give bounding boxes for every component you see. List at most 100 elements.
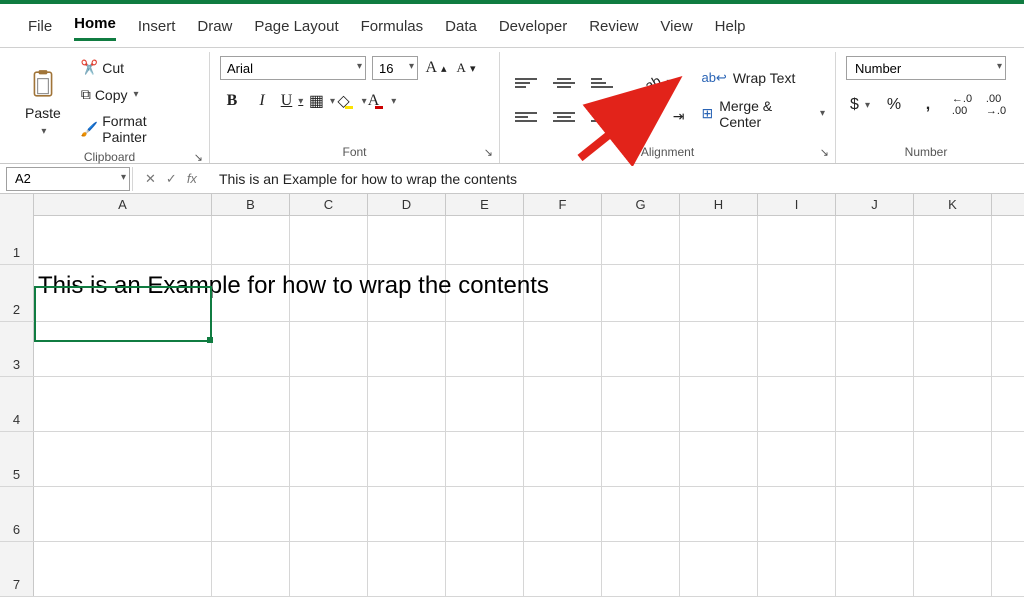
align-left-button[interactable] <box>510 105 542 129</box>
cell-H1[interactable] <box>680 216 758 264</box>
orientation-button[interactable]: ab▾ <box>640 72 677 94</box>
font-name-select[interactable] <box>220 56 366 80</box>
tab-data[interactable]: Data <box>445 18 477 41</box>
col-header-J[interactable]: J <box>836 194 914 216</box>
formula-input[interactable] <box>209 167 1024 191</box>
cell-A3[interactable] <box>34 322 212 376</box>
row-header-5[interactable]: 5 <box>0 432 34 486</box>
align-top-icon <box>515 74 537 92</box>
chevron-down-icon[interactable]: ▾ <box>134 89 139 100</box>
cell-K2[interactable] <box>914 265 992 321</box>
row-header-6[interactable]: 6 <box>0 487 34 541</box>
underline-button[interactable]: U▾ <box>280 90 304 112</box>
cell-I2[interactable] <box>758 265 836 321</box>
percent-button[interactable]: % <box>880 93 908 117</box>
format-painter-button[interactable]: 🖌️ Format Painter <box>76 110 199 148</box>
copy-button[interactable]: ⧉ Copy ▾ <box>76 83 199 106</box>
group-number: ▾ $▾ % , ←.0.00 .00→.0 Number <box>836 52 1016 163</box>
col-header-B[interactable]: B <box>212 194 290 216</box>
cell-A5[interactable] <box>34 432 212 486</box>
name-box[interactable] <box>6 167 130 191</box>
italic-button[interactable]: I <box>250 90 274 112</box>
col-header-F[interactable]: F <box>524 194 602 216</box>
decrease-decimal-button[interactable]: .00→.0 <box>982 90 1010 120</box>
currency-button[interactable]: $▾ <box>846 93 874 117</box>
align-middle-button[interactable] <box>548 71 580 95</box>
fx-icon[interactable]: fx <box>187 171 197 186</box>
tab-help[interactable]: Help <box>715 18 746 41</box>
align-center-button[interactable] <box>548 105 580 129</box>
increase-indent-button[interactable]: ⇥ <box>668 105 690 128</box>
align-top-button[interactable] <box>510 71 542 95</box>
wrap-text-icon: ab↩ <box>701 70 726 86</box>
cell-G1[interactable] <box>602 216 680 264</box>
cell-B1[interactable] <box>212 216 290 264</box>
align-right-button[interactable] <box>586 105 618 129</box>
col-header-G[interactable]: G <box>602 194 680 216</box>
row-header-1[interactable]: 1 <box>0 216 34 264</box>
col-header-D[interactable]: D <box>368 194 446 216</box>
cell-a2-text: This is an Example for how to wrap the c… <box>38 272 549 300</box>
merge-center-button[interactable]: ⊞ Merge & Center ▾ <box>701 98 825 130</box>
tab-formulas[interactable]: Formulas <box>361 18 424 41</box>
cell-E1[interactable] <box>446 216 524 264</box>
decrease-font-button[interactable]: A▾ <box>454 57 478 79</box>
row-header-3[interactable]: 3 <box>0 322 34 376</box>
tab-view[interactable]: View <box>660 18 692 41</box>
cancel-icon[interactable]: ✕ <box>145 171 156 187</box>
tab-home[interactable]: Home <box>74 15 116 41</box>
cell-F1[interactable] <box>524 216 602 264</box>
paste-button[interactable]: Paste <box>20 102 66 124</box>
col-header-E[interactable]: E <box>446 194 524 216</box>
row-header-2[interactable]: 2 <box>0 265 34 321</box>
fill-color-button[interactable]: ◇ ▾ <box>340 90 364 112</box>
number-format-select[interactable] <box>846 56 1006 80</box>
row-header-4[interactable]: 4 <box>0 377 34 431</box>
decrease-indent-button[interactable]: ⇤ <box>640 105 662 128</box>
font-color-button[interactable]: A ▾ <box>370 90 394 112</box>
align-bottom-button[interactable] <box>586 71 618 95</box>
comma-style-button[interactable]: , <box>914 93 942 117</box>
chevron-down-icon[interactable]: ▾ <box>820 108 825 119</box>
enter-icon[interactable]: ✓ <box>166 171 177 187</box>
cell-A6[interactable] <box>34 487 212 541</box>
tab-draw[interactable]: Draw <box>197 18 232 41</box>
chevron-down-icon[interactable]: ▾ <box>41 126 46 137</box>
cell-D1[interactable] <box>368 216 446 264</box>
increase-font-button[interactable]: A▴ <box>424 57 448 79</box>
select-all-corner[interactable] <box>0 194 34 216</box>
cell-K1[interactable] <box>914 216 992 264</box>
bold-button[interactable]: B <box>220 90 244 112</box>
dialog-launcher-icon[interactable]: ↘ <box>484 146 493 159</box>
merge-icon: ⊞ <box>701 105 713 122</box>
tab-insert[interactable]: Insert <box>138 18 176 41</box>
cell-J2[interactable] <box>836 265 914 321</box>
increase-decimal-button[interactable]: ←.0.00 <box>948 90 976 120</box>
cell-A7[interactable] <box>34 542 212 596</box>
col-header-H[interactable]: H <box>680 194 758 216</box>
cell-J1[interactable] <box>836 216 914 264</box>
cell-A4[interactable] <box>34 377 212 431</box>
col-header-C[interactable]: C <box>290 194 368 216</box>
tab-review[interactable]: Review <box>589 18 638 41</box>
paste-icon[interactable] <box>29 68 57 100</box>
cell-I1[interactable] <box>758 216 836 264</box>
col-header-I[interactable]: I <box>758 194 836 216</box>
font-size-select[interactable] <box>372 56 418 80</box>
col-header-K[interactable]: K <box>914 194 992 216</box>
tab-developer[interactable]: Developer <box>499 18 567 41</box>
cell-G2[interactable] <box>602 265 680 321</box>
group-clipboard: Paste ▾ ✂️ Cut ⧉ Copy ▾ 🖌️ Format Painte… <box>10 52 210 163</box>
row-header-7[interactable]: 7 <box>0 542 34 596</box>
col-header-A[interactable]: A <box>34 194 212 216</box>
cell-H2[interactable] <box>680 265 758 321</box>
cell-C1[interactable] <box>290 216 368 264</box>
dialog-launcher-icon[interactable]: ↘ <box>194 151 203 164</box>
tab-page-layout[interactable]: Page Layout <box>254 18 338 41</box>
wrap-text-button[interactable]: ab↩ Wrap Text <box>701 70 825 86</box>
border-button[interactable]: ▦▾ <box>310 90 334 112</box>
cut-button[interactable]: ✂️ Cut <box>76 56 199 79</box>
tab-file[interactable]: File <box>28 18 52 41</box>
dialog-launcher-icon[interactable]: ↘ <box>820 146 829 159</box>
cell-A1[interactable] <box>34 216 212 264</box>
